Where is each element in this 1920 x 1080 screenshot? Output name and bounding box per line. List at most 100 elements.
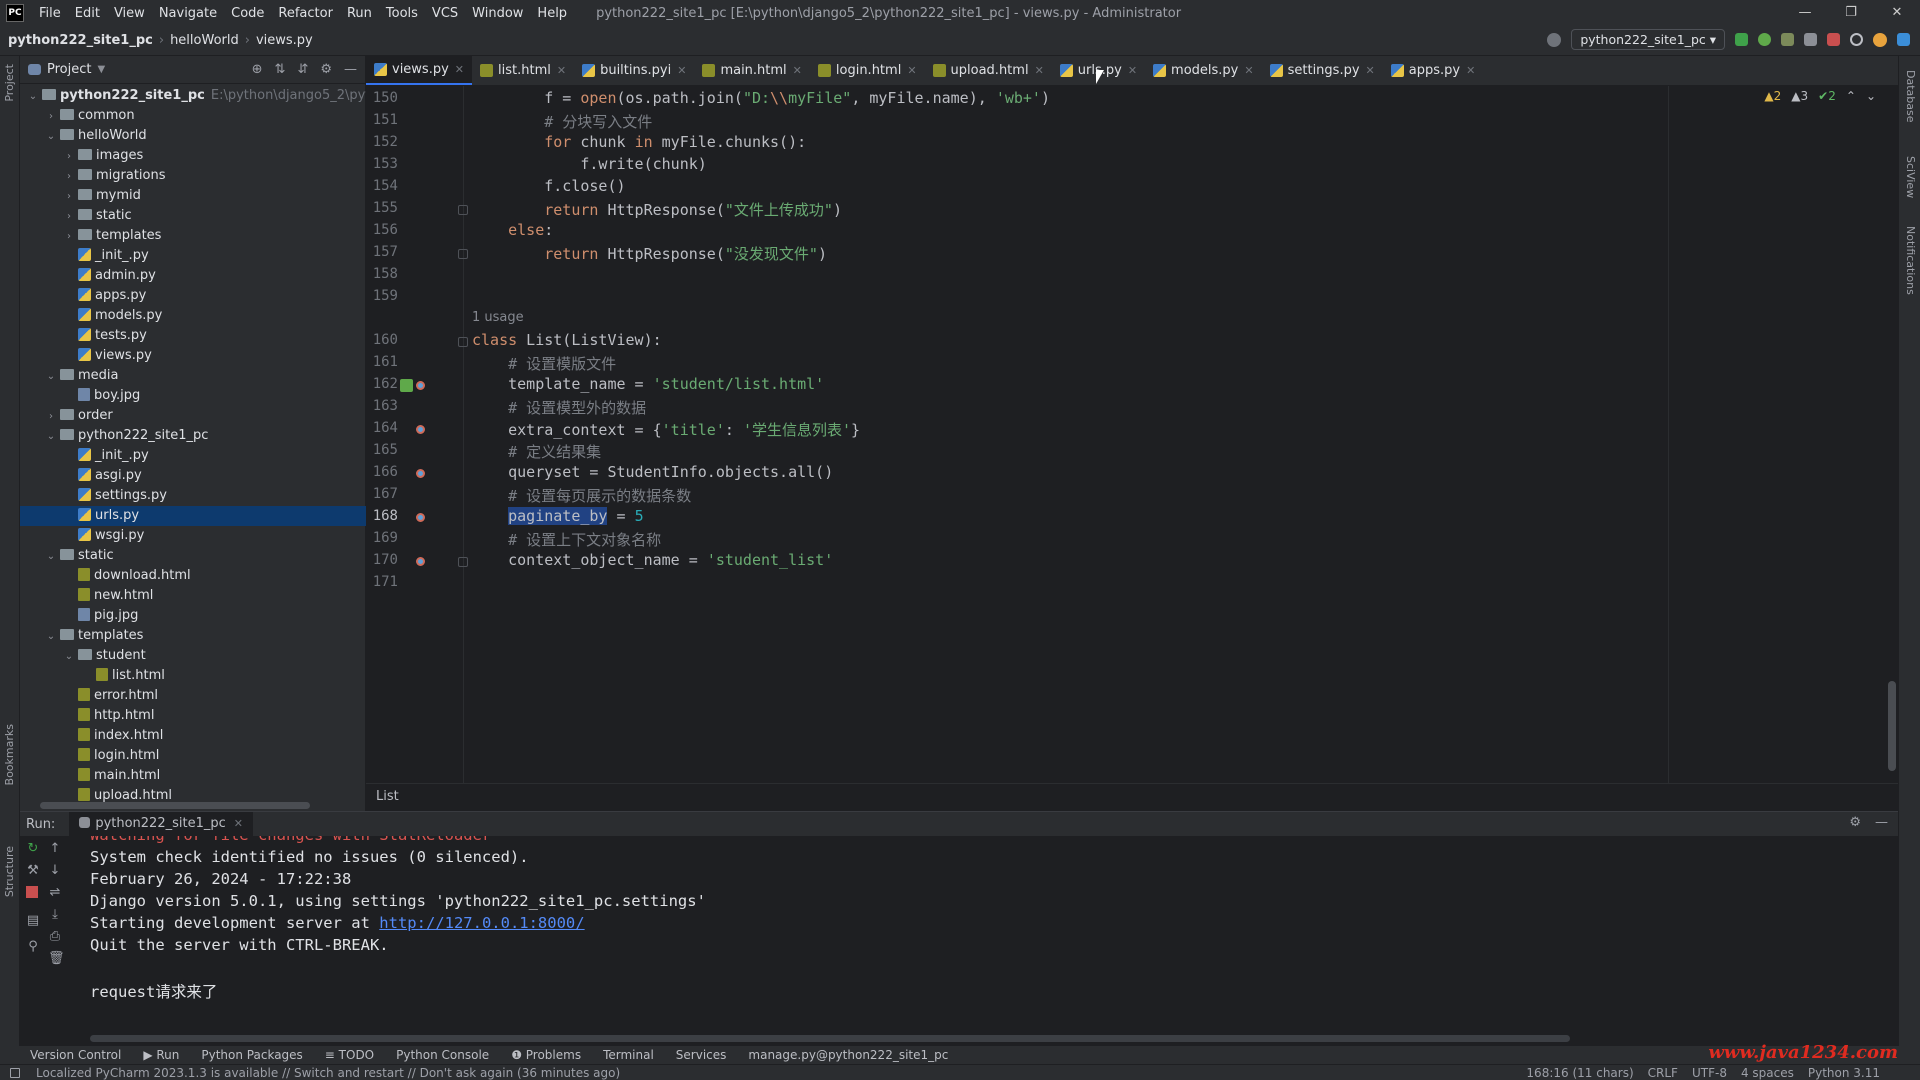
override-marker-icon[interactable] bbox=[416, 381, 425, 390]
android-icon[interactable] bbox=[400, 379, 413, 392]
soft-wrap-icon[interactable]: ⇌ bbox=[48, 886, 62, 900]
tree-folder[interactable]: ⌄ static bbox=[20, 546, 366, 566]
breadcrumb-module[interactable]: helloWorld bbox=[170, 33, 239, 48]
tool-window-6[interactable]: Terminal bbox=[603, 1048, 654, 1062]
code-line[interactable]: return HttpResponse("没发现文件") bbox=[472, 243, 827, 264]
inspection-widget[interactable]: ▲2 ▲3 ✔2 ⌃ ⌄ bbox=[1764, 89, 1876, 103]
menu-item-refactor[interactable]: Refactor bbox=[271, 6, 340, 21]
tree-file[interactable]: index.html bbox=[20, 726, 366, 746]
tree-file[interactable]: _init_.py bbox=[20, 446, 366, 466]
run-configuration-select[interactable]: python222_site1_pc ▾ bbox=[1571, 29, 1725, 50]
tree-file[interactable]: _init_.py bbox=[20, 246, 366, 266]
tree-file[interactable]: login.html bbox=[20, 746, 366, 766]
code-line[interactable]: # 分块写入文件 bbox=[472, 111, 652, 132]
breadcrumb-project[interactable]: python222_site1_pc bbox=[8, 33, 153, 48]
stop-icon[interactable] bbox=[1827, 33, 1840, 46]
tool-window-5[interactable]: ❶ Problems bbox=[511, 1048, 581, 1062]
code-line[interactable]: # 设置每页展示的数据条数 bbox=[472, 485, 691, 506]
usage-hint[interactable]: 1 usage bbox=[472, 310, 524, 325]
tree-folder[interactable]: › images bbox=[20, 146, 366, 166]
chevron-right-icon[interactable]: › bbox=[62, 227, 76, 247]
chevron-down-icon[interactable]: ⌄ bbox=[44, 367, 58, 387]
expand-all-icon[interactable]: ⇅ bbox=[275, 62, 286, 77]
chevron-right-icon[interactable]: › bbox=[62, 207, 76, 227]
bookmarks-tool-tab[interactable]: Bookmarks bbox=[3, 724, 16, 785]
code-line[interactable]: return HttpResponse("文件上传成功") bbox=[472, 199, 842, 220]
code-line[interactable]: # 设置模版文件 bbox=[472, 353, 616, 374]
tab-list-html[interactable]: list.html ✕ bbox=[472, 56, 574, 85]
chevron-right-icon[interactable]: › bbox=[62, 147, 76, 167]
override-marker-icon[interactable] bbox=[416, 469, 425, 478]
menu-item-vcs[interactable]: VCS bbox=[425, 6, 465, 21]
chevron-down-icon[interactable]: ▼ bbox=[97, 64, 105, 75]
close-tab-icon[interactable]: ✕ bbox=[455, 63, 464, 76]
menu-item-view[interactable]: View bbox=[107, 6, 152, 21]
tab-settings-py[interactable]: settings.py ✕ bbox=[1262, 56, 1383, 85]
tree-file[interactable]: tests.py bbox=[20, 326, 366, 346]
editor-scrollbar[interactable] bbox=[1888, 681, 1896, 771]
tab-login-html[interactable]: login.html ✕ bbox=[810, 56, 925, 85]
fold-marker-icon[interactable] bbox=[458, 557, 468, 567]
project-tool-tab[interactable]: Project bbox=[3, 64, 16, 102]
project-horizontal-scrollbar[interactable] bbox=[40, 802, 310, 809]
tool-window-4[interactable]: Python Console bbox=[396, 1048, 489, 1062]
code-line[interactable]: queryset = StudentInfo.objects.all() bbox=[472, 463, 833, 481]
tree-folder[interactable]: ⌄ python222_site1_pc bbox=[20, 426, 366, 446]
tree-file[interactable]: models.py bbox=[20, 306, 366, 326]
tool-window-8[interactable]: manage.py@python222_site1_pc bbox=[748, 1048, 948, 1062]
menu-item-run[interactable]: Run bbox=[340, 6, 379, 21]
code-line[interactable]: paginate_by = 5 bbox=[472, 507, 644, 525]
code-line[interactable]: f.write(chunk) bbox=[472, 155, 706, 173]
tree-folder[interactable]: › common bbox=[20, 106, 366, 126]
tree-file[interactable]: pig.jpg bbox=[20, 606, 366, 626]
tab-main-html[interactable]: main.html ✕ bbox=[694, 56, 809, 85]
console-horizontal-scrollbar[interactable] bbox=[90, 1035, 1570, 1042]
close-tab-icon[interactable]: ✕ bbox=[1466, 64, 1475, 77]
fold-marker-icon[interactable] bbox=[458, 249, 468, 259]
close-tab-icon[interactable]: ✕ bbox=[234, 817, 243, 830]
close-tab-icon[interactable]: ✕ bbox=[1244, 64, 1253, 77]
close-tab-icon[interactable]: ✕ bbox=[557, 64, 566, 77]
tree-folder[interactable]: ⌄ media bbox=[20, 366, 366, 386]
menu-item-navigate[interactable]: Navigate bbox=[152, 6, 224, 21]
line-separator[interactable]: CRLF bbox=[1648, 1065, 1678, 1080]
code-line[interactable]: extra_context = {'title': '学生信息列表'} bbox=[472, 419, 860, 440]
tree-folder[interactable]: › static bbox=[20, 206, 366, 226]
tree-file[interactable]: download.html bbox=[20, 566, 366, 586]
close-tab-icon[interactable]: ✕ bbox=[677, 64, 686, 77]
minimize-button[interactable]: — bbox=[1782, 0, 1828, 26]
previous-highlight-icon[interactable]: ⌃ bbox=[1846, 89, 1856, 103]
editor-gutter[interactable]: 150 151 152 153 154 155 156 157 158 159 160 161 162 1… bbox=[366, 86, 468, 783]
locate-file-icon[interactable]: ⊕ bbox=[252, 62, 263, 77]
pin-icon[interactable]: ⚲ bbox=[26, 940, 40, 954]
caret-position[interactable]: 168:16 (11 chars) bbox=[1526, 1065, 1633, 1080]
gear-icon[interactable]: ⚙ bbox=[320, 62, 332, 77]
chevron-down-icon[interactable]: ⌄ bbox=[44, 627, 58, 647]
tree-file[interactable]: new.html bbox=[20, 586, 366, 606]
python-interpreter[interactable]: Python 3.11 bbox=[1808, 1065, 1880, 1080]
chevron-down-icon[interactable]: ⌄ bbox=[44, 127, 58, 147]
weak-warning-count[interactable]: ▲3 bbox=[1791, 89, 1808, 103]
run-console-output[interactable]: Watching for file changes with StatReloa… bbox=[90, 836, 1868, 1026]
tool-window-2[interactable]: Python Packages bbox=[201, 1048, 302, 1062]
tree-file[interactable]: urls.py bbox=[20, 506, 366, 526]
tab-apps-py[interactable]: apps.py ✕ bbox=[1383, 56, 1484, 85]
maximize-button[interactable]: ❐ bbox=[1828, 0, 1874, 26]
scroll-to-end-icon[interactable]: ⤓ bbox=[48, 908, 62, 922]
hide-panel-icon[interactable]: — bbox=[344, 62, 357, 77]
print-icon[interactable]: ⎙ bbox=[48, 930, 62, 944]
tab-upload-html[interactable]: upload.html ✕ bbox=[925, 56, 1052, 85]
warning-count[interactable]: ▲2 bbox=[1764, 89, 1781, 103]
code-line[interactable]: f.close() bbox=[472, 177, 625, 195]
tool-window-1[interactable]: ▶ Run bbox=[143, 1048, 179, 1062]
tree-folder[interactable]: ⌄ templates bbox=[20, 626, 366, 646]
tree-folder[interactable]: › migrations bbox=[20, 166, 366, 186]
collapse-all-icon[interactable]: ⇵ bbox=[297, 62, 308, 77]
rerun-icon[interactable] bbox=[1735, 33, 1748, 46]
server-url-link[interactable]: http://127.0.0.1:8000/ bbox=[379, 914, 584, 932]
scroll-up-icon[interactable]: ↑ bbox=[48, 842, 62, 856]
fold-marker-icon[interactable] bbox=[458, 337, 468, 347]
tree-file[interactable]: http.html bbox=[20, 706, 366, 726]
profile-icon[interactable] bbox=[1804, 33, 1817, 46]
indent-setting[interactable]: 4 spaces bbox=[1741, 1065, 1794, 1080]
